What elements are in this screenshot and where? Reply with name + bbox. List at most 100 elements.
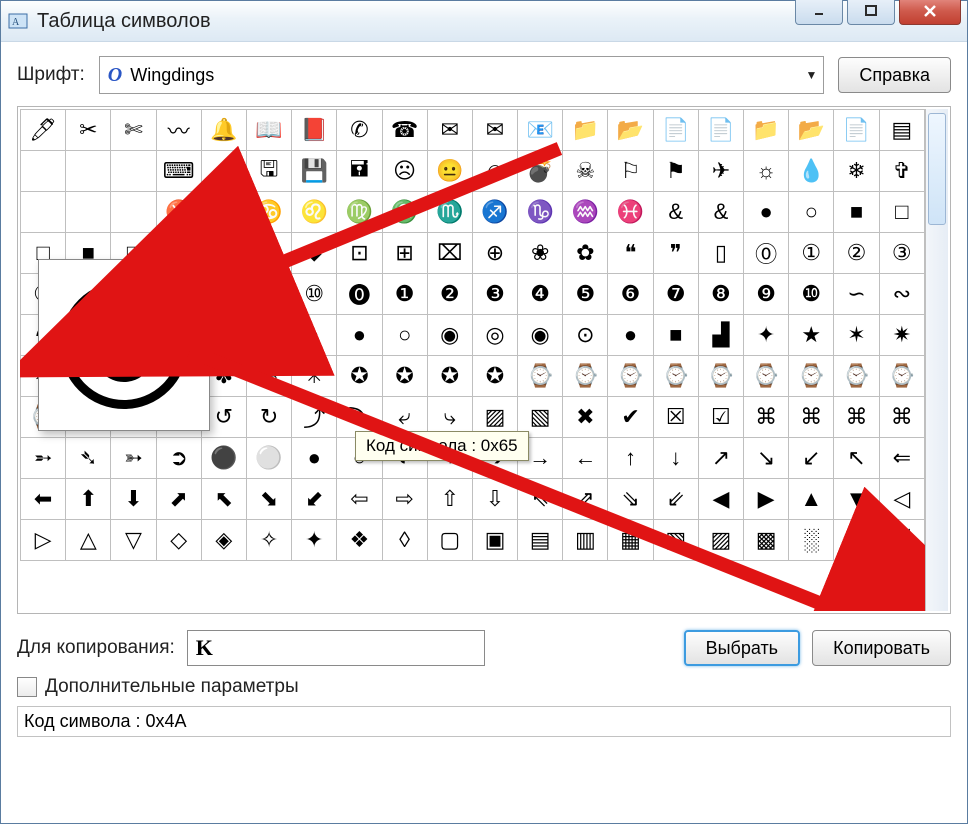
char-cell[interactable]: ⇗ [563,479,608,520]
char-cell[interactable]: ▽ [111,520,156,561]
char-cell[interactable]: ▩ [744,520,789,561]
char-cell[interactable]: ❸ [472,274,517,315]
char-cell[interactable]: ⊞ [382,233,427,274]
char-cell[interactable]: ❄ [834,151,879,192]
char-cell[interactable]: ⚐ [608,151,653,192]
char-cell[interactable]: ◈ [201,520,246,561]
char-cell[interactable]: ⬅ [21,479,66,520]
char-cell[interactable]: ✶ [834,315,879,356]
char-cell[interactable]: ∾ [879,274,924,315]
char-cell[interactable]: ☒ [653,397,698,438]
char-cell[interactable]: 🖰 [201,151,246,192]
char-cell[interactable]: □ [879,192,924,233]
char-cell[interactable]: ✉ [427,110,472,151]
char-cell[interactable]: ♋ [246,192,291,233]
char-cell[interactable]: 📁 [744,110,789,151]
char-cell[interactable]: ● [608,315,653,356]
char-cell[interactable]: ✪ [382,356,427,397]
char-cell[interactable]: ○ [789,192,834,233]
char-cell[interactable]: 📁 [563,110,608,151]
char-cell[interactable]: ❼ [653,274,698,315]
char-cell[interactable]: ↓ [653,438,698,479]
char-cell[interactable]: ✖ [563,397,608,438]
char-cell[interactable]: ♍ [337,192,382,233]
char-cell[interactable]: ⬆ [66,479,111,520]
char-cell[interactable]: ☼ [744,151,789,192]
char-cell[interactable]: ▒ [834,520,879,561]
char-cell[interactable]: ∽ [834,274,879,315]
char-cell[interactable]: ⇐ [879,438,924,479]
char-cell[interactable]: ▷ [21,520,66,561]
char-cell[interactable]: ♒ [563,192,608,233]
char-cell[interactable]: ⇨ [382,479,427,520]
char-cell[interactable]: ❷ [427,274,472,315]
help-button[interactable]: Справка [838,57,951,93]
char-cell[interactable]: ♐ [472,192,517,233]
char-cell[interactable]: ⌚ [653,356,698,397]
char-cell[interactable]: ⬊ [246,479,291,520]
char-cell[interactable] [66,192,111,233]
char-cell[interactable]: ↙ [789,438,834,479]
char-cell[interactable]: ❺ [563,274,608,315]
char-cell[interactable]: ✄ [111,110,156,151]
char-cell[interactable]: ▢ [427,520,472,561]
char-cell[interactable]: ⬈ [156,479,201,520]
char-cell[interactable]: 💾 [292,151,337,192]
char-cell[interactable]: ● [744,192,789,233]
char-cell[interactable]: ↗ [698,438,743,479]
char-cell[interactable]: ■ [834,192,879,233]
char-cell[interactable]: 〰 [156,110,201,151]
char-cell[interactable]: ▤ [518,520,563,561]
char-cell[interactable]: ⬥ [292,233,337,274]
char-cell[interactable]: ✾ [246,356,291,397]
char-cell[interactable]: ⬉ [201,479,246,520]
char-cell[interactable]: ⚑ [653,151,698,192]
char-cell[interactable]: ○ [382,315,427,356]
char-cell[interactable]: ⚫ [201,438,246,479]
char-cell[interactable]: 📧 [518,110,563,151]
char-cell[interactable]: ✪ [472,356,517,397]
char-cell[interactable]: ♑ [518,192,563,233]
char-cell[interactable]: ❖ [337,520,382,561]
char-cell[interactable]: ⑩ [292,274,337,315]
char-cell[interactable]: ↑ [608,438,653,479]
char-cell[interactable]: ★ [789,315,834,356]
titlebar[interactable]: A Таблица символов [1,1,967,42]
char-cell[interactable]: 🔔 [201,110,246,151]
char-cell[interactable]: ▟ [698,315,743,356]
char-cell[interactable]: ♉ [156,192,201,233]
char-cell[interactable]: ☺ [472,151,517,192]
char-cell[interactable]: ⇙ [653,479,698,520]
char-cell[interactable]: ✧ [246,520,291,561]
char-cell[interactable]: ⇘ [608,479,653,520]
char-cell[interactable]: ⚪ [246,438,291,479]
char-cell[interactable]: ▦ [608,520,653,561]
char-cell[interactable]: 😐 [427,151,472,192]
char-cell[interactable]: 📄 [653,110,698,151]
char-cell[interactable]: ← [563,438,608,479]
char-cell[interactable]: ❞ [653,233,698,274]
char-cell[interactable]: ▥ [563,520,608,561]
char-cell[interactable]: & [653,192,698,233]
char-cell[interactable] [111,192,156,233]
copy-input[interactable] [187,630,485,666]
char-cell[interactable]: ⌚ [834,356,879,397]
vertical-scrollbar[interactable] [925,109,948,611]
char-cell[interactable]: ⇦ [337,479,382,520]
char-cell[interactable]: 💧 [789,151,834,192]
char-cell[interactable]: ➴ [66,438,111,479]
char-cell[interactable]: ✪ [337,356,382,397]
char-cell[interactable]: ❾ [744,274,789,315]
char-cell[interactable]: ↻ [246,397,291,438]
char-cell[interactable]: ✳ [292,356,337,397]
close-button[interactable] [899,0,961,25]
char-cell[interactable]: ⤴ [292,397,337,438]
char-cell[interactable] [111,151,156,192]
char-cell[interactable]: ♏ [427,192,472,233]
char-cell[interactable]: 📄 [834,110,879,151]
char-cell[interactable]: ⊙ [563,315,608,356]
char-cell[interactable]: ✂ [66,110,111,151]
char-cell[interactable]: ░ [789,520,834,561]
char-cell[interactable]: ❹ [518,274,563,315]
advanced-checkbox[interactable] [17,677,37,697]
